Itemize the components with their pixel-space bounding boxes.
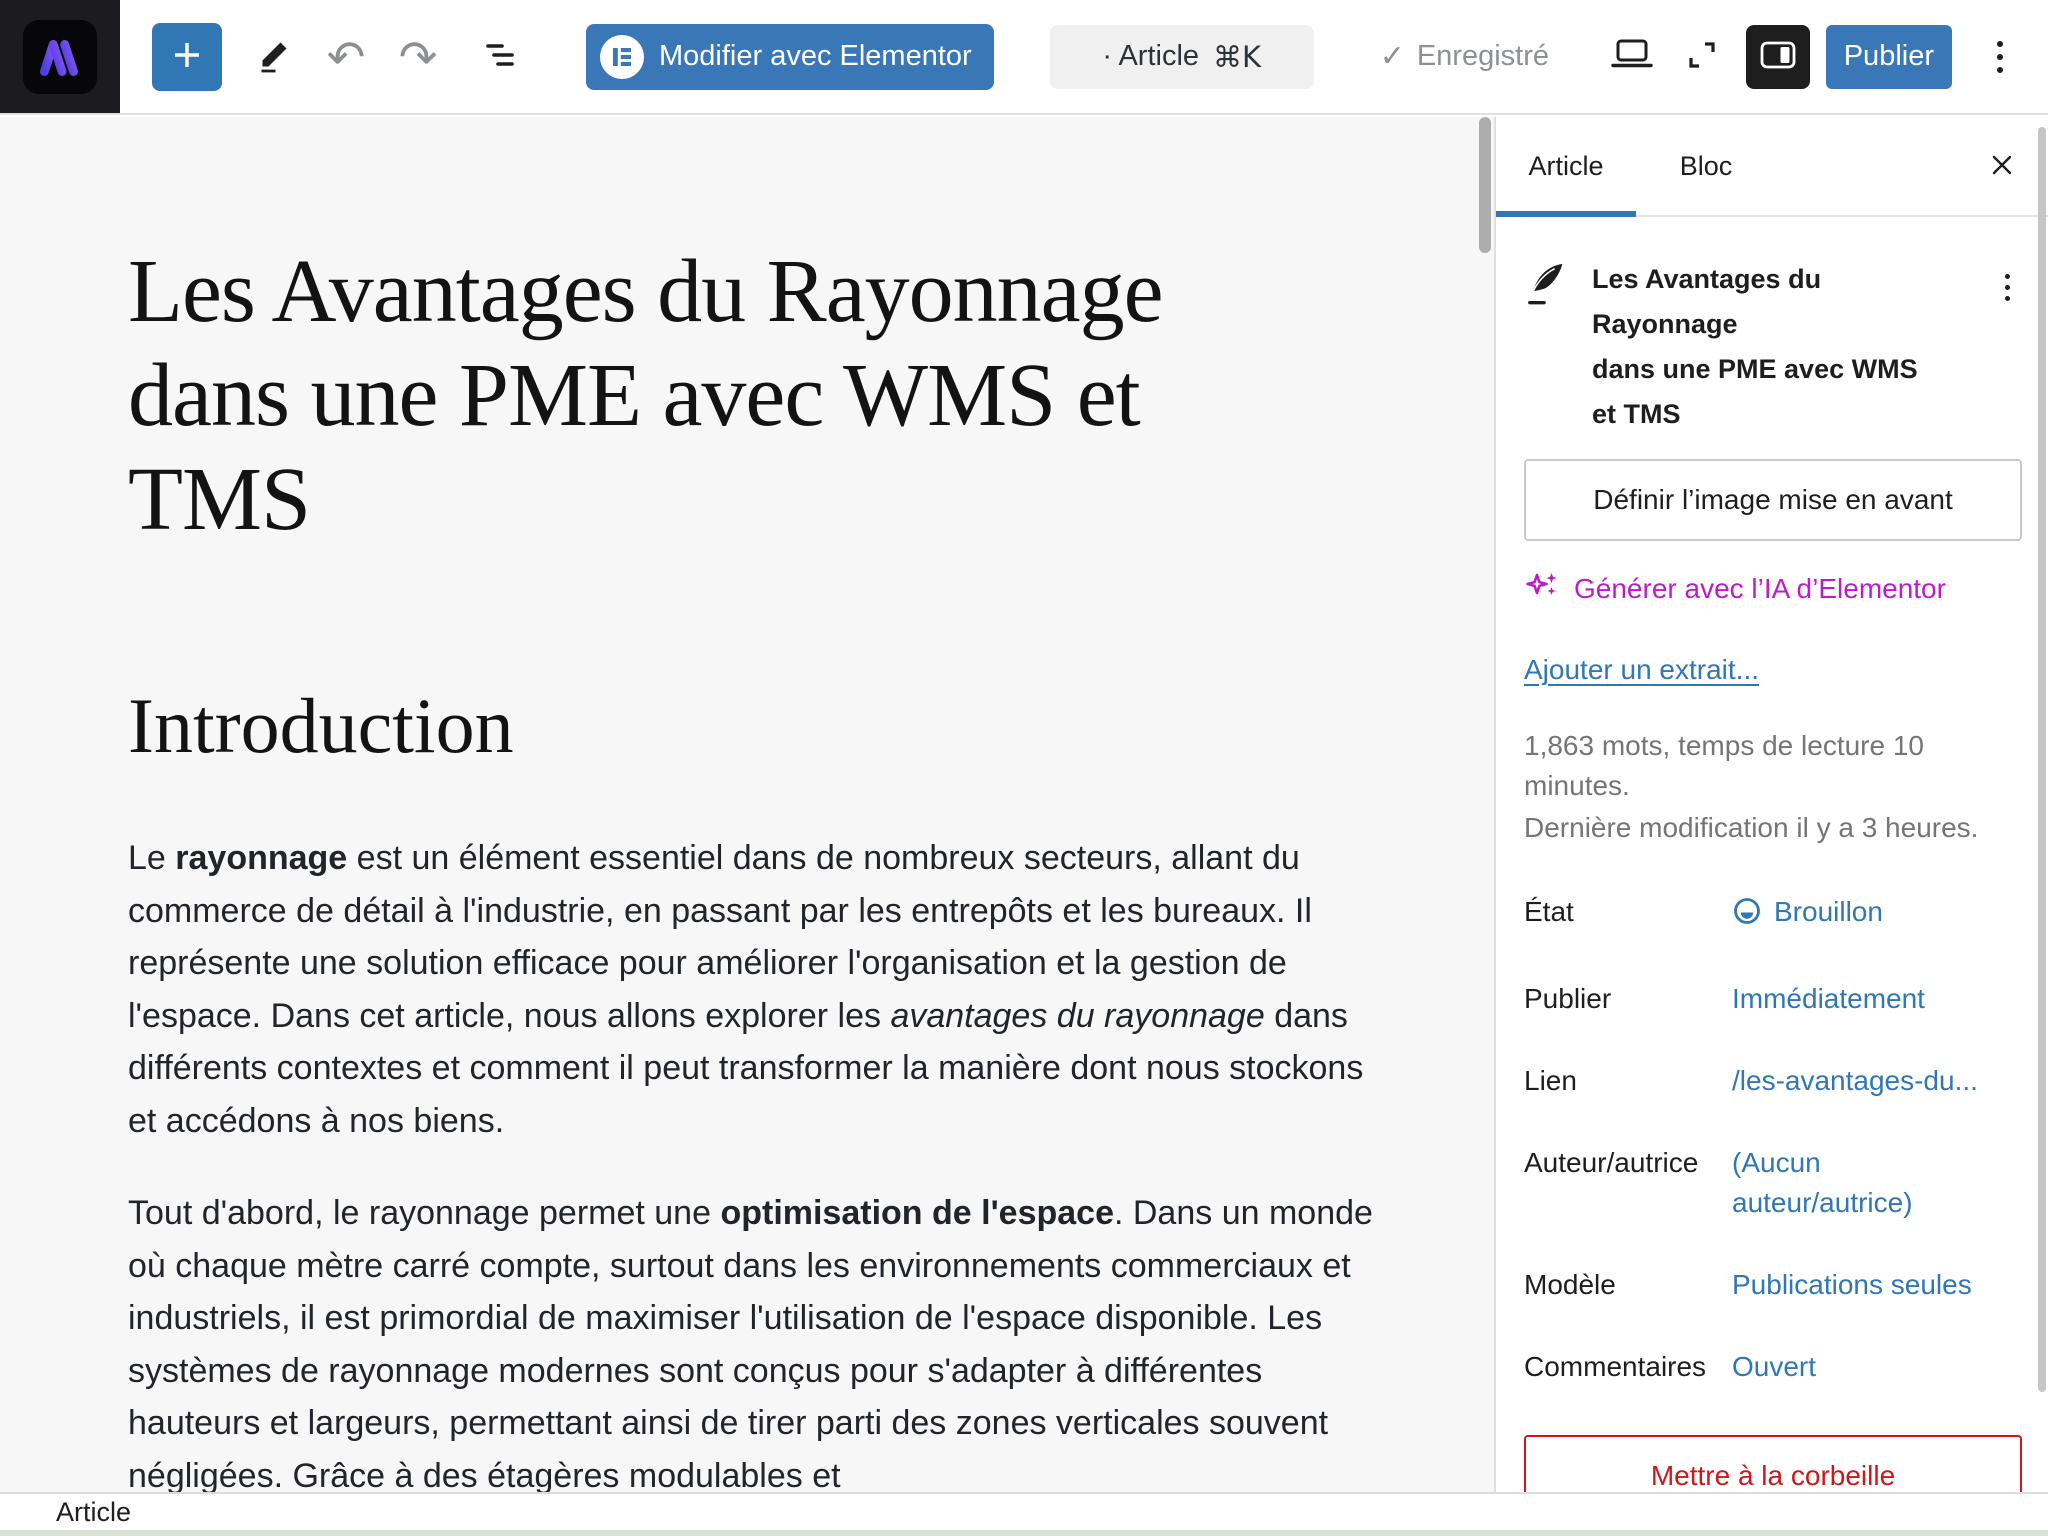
fullscreen-button[interactable]	[1674, 23, 1730, 91]
elementor-button-label: Modifier avec Elementor	[659, 40, 972, 73]
redo-button[interactable]: ↷	[390, 23, 446, 91]
set-featured-image-button[interactable]: Définir l’image mise en avant	[1524, 459, 2022, 541]
document-overview-button[interactable]	[472, 23, 528, 91]
check-icon: ✓	[1380, 39, 1405, 74]
post-content: Les Avantages du Rayonnage dans une PME …	[128, 240, 1396, 1492]
canvas-scrollbar[interactable]	[1479, 117, 1491, 253]
author-button[interactable]: (Aucun auteur/autrice)	[1732, 1143, 2002, 1223]
elementor-icon	[600, 35, 644, 79]
post-title-summary-line: Les Avantages du Rayonnage	[1592, 257, 1970, 347]
post-title-summary: Les Avantages du Rayonnage dans une PME …	[1592, 257, 1970, 437]
italic-text: avantages du rayonnage	[890, 997, 1264, 1035]
field-row-author: Auteur/autrice (Aucun auteur/autrice)	[1524, 1143, 2022, 1223]
laptop-icon	[1609, 32, 1655, 81]
kebab-icon	[1997, 41, 2003, 73]
settings-sidebar: Article Bloc	[1494, 117, 2048, 1492]
publish-button[interactable]: Publier	[1826, 25, 1952, 89]
field-row-publish: Publier Immédiatement	[1524, 979, 2022, 1019]
post-title-line: Les Avantages du Rayonnage	[128, 240, 1396, 344]
post-summary-card: Les Avantages du Rayonnage dans une PME …	[1524, 257, 2022, 437]
post-feather-icon	[1524, 259, 1570, 437]
pencil-icon	[253, 34, 295, 79]
edit-with-elementor-button[interactable]: Modifier avec Elementor	[586, 24, 994, 90]
sidebar-panel-icon	[1758, 35, 1798, 78]
generate-with-ai-label: Générer avec l’IA d’Elementor	[1574, 573, 1946, 605]
document-breadcrumb-bar: Article	[0, 1492, 2048, 1530]
status-value-button[interactable]: Brouillon	[1732, 892, 1883, 937]
field-row-comments: Commentaires Ouvert	[1524, 1347, 2022, 1387]
toolbar-right-group: Publier	[1604, 23, 2022, 91]
field-label: État	[1524, 892, 1732, 932]
bold-text: optimisation de l'espace	[720, 1194, 1114, 1232]
window-bottom-edge	[0, 1530, 2048, 1536]
bold-text: rayonnage	[175, 839, 347, 877]
generate-with-ai-link[interactable]: Générer avec l’IA d’Elementor	[1524, 567, 1946, 610]
comments-button[interactable]: Ouvert	[1732, 1347, 1816, 1387]
saved-status-label: Enregistré	[1417, 40, 1549, 73]
breadcrumb: Article	[56, 1497, 131, 1528]
field-label: Modèle	[1524, 1265, 1732, 1305]
field-row-template: Modèle Publications seules	[1524, 1265, 2022, 1305]
permalink-button[interactable]: /les-avantages-du...	[1732, 1061, 1978, 1101]
post-title-line: dans une PME avec WMS et	[128, 344, 1396, 448]
tab-bloc[interactable]: Bloc	[1636, 117, 1776, 215]
list-view-icon	[478, 33, 522, 80]
status-value-label: Brouillon	[1774, 892, 1883, 932]
wordpress-editor-window: ↶ ↷	[0, 0, 2048, 1536]
field-label: Lien	[1524, 1061, 1732, 1101]
preview-button[interactable]	[1604, 23, 1660, 91]
paragraph-text: Tout d'abord, le rayonnage permet une	[128, 1194, 720, 1232]
command-palette-button[interactable]: · Article ⌘K	[1050, 25, 1314, 89]
post-settings-rows: État Brouillon Publier Immédiatement	[1524, 892, 2022, 1387]
saved-status: ✓ Enregistré	[1374, 38, 1555, 75]
paragraph-block[interactable]: Le rayonnage est un élément essentiel da…	[128, 832, 1396, 1147]
field-label: Commentaires	[1524, 1347, 1732, 1387]
options-menu-button[interactable]	[1978, 25, 2022, 89]
field-label: Publier	[1524, 979, 1732, 1019]
post-meta-info: 1,863 mots, temps de lecture 10 minutes.…	[1524, 726, 2022, 848]
paragraph-text: Le	[128, 839, 175, 877]
block-inserter-button[interactable]	[152, 23, 222, 91]
last-modified: Dernière modification il y a 3 heures.	[1524, 808, 2022, 848]
command-palette-label: · Article	[1102, 40, 1199, 73]
editor-canvas: Les Avantages du Rayonnage dans une PME …	[0, 117, 1494, 1492]
undo-button[interactable]: ↶	[318, 23, 374, 91]
sidebar-body: Les Avantages du Rayonnage dans une PME …	[1496, 217, 2048, 1536]
heading-block-introduction[interactable]: Introduction	[128, 680, 1396, 772]
field-label: Auteur/autrice	[1524, 1143, 1732, 1183]
redo-icon: ↷	[399, 34, 438, 80]
post-title-line: TMS	[128, 448, 1396, 552]
tab-article[interactable]: Article	[1496, 117, 1636, 215]
post-title-summary-line: dans une PME avec WMS	[1592, 347, 1970, 392]
editor-toolbar: ↶ ↷	[0, 0, 2048, 115]
publish-button-label: Publier	[1844, 40, 1934, 73]
template-button[interactable]: Publications seules	[1732, 1265, 1972, 1305]
add-excerpt-link[interactable]: Ajouter un extrait...	[1524, 654, 1759, 686]
site-logo-icon	[23, 20, 97, 94]
settings-sidebar-toggle[interactable]	[1746, 25, 1810, 89]
edit-tool-button[interactable]	[246, 23, 302, 91]
sidebar-tabs: Article Bloc	[1496, 117, 2048, 217]
paragraph-block[interactable]: Tout d'abord, le rayonnage permet une op…	[128, 1187, 1396, 1492]
field-row-status: État Brouillon	[1524, 892, 2022, 937]
word-count: 1,863 mots, temps de lecture 10 minutes.	[1524, 726, 1994, 806]
plus-icon	[167, 35, 207, 78]
field-row-link: Lien /les-avantages-du...	[1524, 1061, 2022, 1101]
undo-icon: ↶	[327, 34, 366, 80]
site-logo-button[interactable]	[0, 0, 120, 113]
sparkle-icon	[1524, 567, 1560, 610]
command-shortcut: ⌘K	[1213, 40, 1261, 74]
post-title-summary-line: et TMS	[1592, 392, 1970, 437]
publish-date-button[interactable]: Immédiatement	[1732, 979, 1925, 1019]
draft-status-icon	[1732, 896, 1762, 937]
close-sidebar-button[interactable]	[1956, 117, 2048, 215]
post-title-block[interactable]: Les Avantages du Rayonnage dans une PME …	[128, 240, 1396, 552]
post-actions-menu-button[interactable]	[1992, 257, 2022, 317]
paragraph-text: . Dans un monde où chaque mètre carré co…	[128, 1194, 1373, 1492]
expand-icon	[1683, 36, 1721, 77]
sidebar-scrollbar[interactable]	[2038, 127, 2046, 1392]
close-icon	[1987, 150, 2017, 183]
